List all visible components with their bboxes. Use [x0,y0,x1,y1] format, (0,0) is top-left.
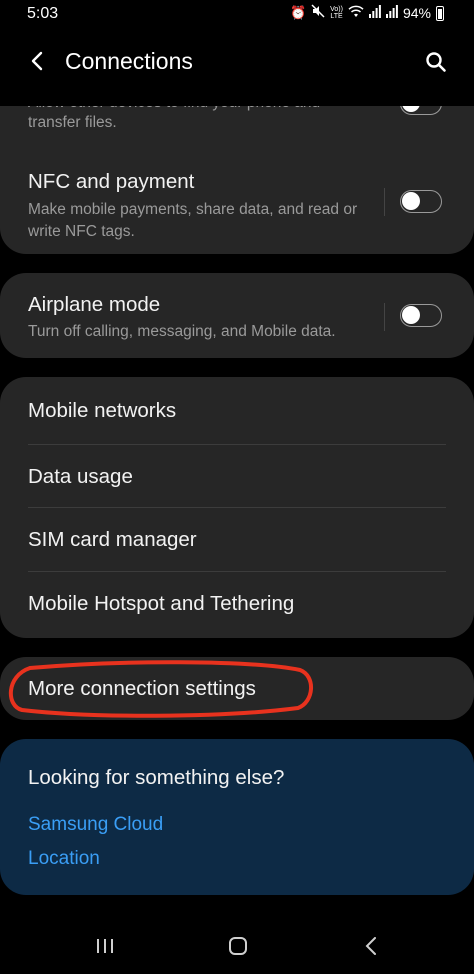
recent-apps-button[interactable] [88,934,122,958]
card-networks: Mobile networks Data usage SIM card mana… [0,377,474,638]
signal-icon-1 [368,4,381,22]
toggle-knob [402,192,420,210]
partial-toggle[interactable] [400,106,442,115]
card-suggestions: Looking for something else? Samsung Clou… [0,739,474,895]
status-icons: ⏰ Vo)) LTE 94% [290,4,444,22]
list-item-label: SIM card manager [28,528,197,551]
navigation-bar [0,918,474,974]
mute-icon [311,4,325,22]
highlight-circle [8,660,313,718]
airplane-subtitle: Turn off calling, messaging, and Mobile … [28,323,336,340]
link-samsung-cloud[interactable]: Samsung Cloud [28,814,163,836]
alarm-icon: ⏰ [289,5,307,20]
signal-icon-2 [385,4,398,22]
home-button[interactable] [222,932,254,960]
list-item-label: Mobile Hotspot and Tethering [28,592,295,615]
volte-icon: Vo)) LTE [330,6,343,20]
list-item-label: Mobile networks [28,399,177,422]
list-item-sim-card-manager[interactable]: SIM card manager [0,508,474,571]
back-icon [365,937,376,955]
link-location[interactable]: Location [28,848,100,870]
nfc-payment-item[interactable]: NFC and payment Make mobile payments, sh… [0,156,474,251]
toggle-knob [402,106,420,112]
back-button[interactable] [22,46,52,76]
card-nearby-nfc: Allow other devices to find your phone a… [0,106,474,254]
volte-label: Vo)) [330,6,343,13]
battery-percent: 94% [402,5,431,21]
toggle-knob [402,306,420,324]
airplane-title: Airplane mode [28,293,161,316]
partial-list-item[interactable]: Allow other devices to find your phone a… [0,106,474,142]
nfc-title: NFC and payment [28,170,195,193]
nfc-toggle[interactable] [400,190,442,213]
app-bar: Connections [0,38,474,86]
recent-apps-icon [97,939,113,953]
nfc-subtitle: Make mobile payments, share data, and re… [28,201,358,240]
search-button[interactable] [420,46,452,78]
card-airplane[interactable]: Airplane mode Turn off calling, messagin… [0,273,474,358]
nfc-divider [384,188,385,216]
lte-label: LTE [330,13,343,20]
nav-back-button[interactable] [356,932,386,960]
search-icon [426,52,446,72]
battery-icon [436,5,444,21]
suggestions-heading: Looking for something else? [28,766,285,789]
list-item-data-usage[interactable]: Data usage [0,445,474,507]
home-icon [229,937,247,955]
list-item-mobile-hotspot[interactable]: Mobile Hotspot and Tethering [0,572,474,638]
status-time: 5:03 [27,5,59,22]
wifi-icon [348,5,364,22]
partial-subtitle-line2: transfer files. [28,114,117,131]
status-bar: 5:03 ⏰ Vo)) LTE 94% [0,0,474,30]
list-item-mobile-networks[interactable]: Mobile networks [0,377,474,443]
page-title: Connections [65,48,193,74]
airplane-toggle[interactable] [400,304,442,327]
list-item-label: Data usage [28,465,133,488]
chevron-left-icon [31,51,43,71]
airplane-divider [384,303,385,331]
